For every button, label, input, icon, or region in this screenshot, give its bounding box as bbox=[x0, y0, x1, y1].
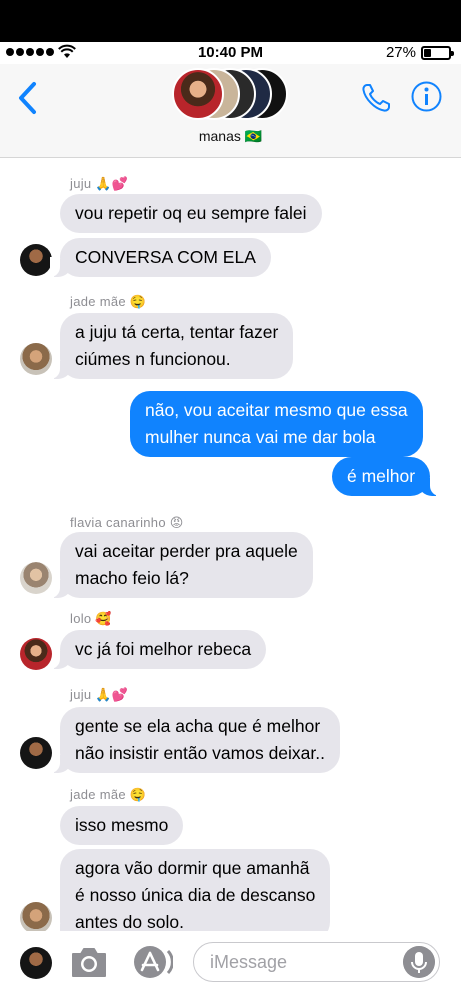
back-chevron-icon[interactable] bbox=[14, 80, 42, 116]
sender-name: jade mãe 🤤 bbox=[70, 787, 147, 802]
message-bubble[interactable]: vc já foi melhor rebeca bbox=[49, 630, 267, 669]
message-bubble[interactable]: agora vão dormir que amanhã é nosso únic… bbox=[49, 849, 331, 942]
contact-avatar[interactable] bbox=[20, 244, 52, 276]
sender-name: flavia canarinho 😡 bbox=[70, 515, 184, 530]
message-text: vc já foi melhor rebeca bbox=[75, 639, 252, 659]
conversation-header: manas 🇧🇷 bbox=[0, 64, 461, 158]
contact-avatar[interactable] bbox=[20, 737, 52, 769]
contact-avatar[interactable] bbox=[20, 638, 52, 670]
message-text: a juju tá certa, tentar fazer ciúmes n f… bbox=[75, 322, 279, 369]
contact-avatar[interactable] bbox=[20, 343, 52, 375]
message-bubble[interactable]: vai aceitar perder pra aquele macho feio… bbox=[50, 532, 313, 598]
group-avatar-stack[interactable] bbox=[172, 68, 288, 120]
message-text: agora vão dormir que amanhã é nosso únic… bbox=[75, 858, 316, 932]
message-bubble[interactable]: a juju tá certa, tentar fazer ciúmes n f… bbox=[49, 313, 294, 379]
microphone-icon[interactable] bbox=[403, 946, 435, 978]
compose-bar bbox=[0, 931, 461, 1000]
message-bubble[interactable]: gente se ela acha que é melhor não insis… bbox=[50, 707, 340, 773]
message-bubble[interactable]: vou repetir oq eu sempre falei bbox=[60, 194, 322, 233]
battery-percentage: 27% bbox=[385, 44, 416, 61]
sender-name: lolo 🥰 bbox=[70, 611, 112, 626]
imessage-input-container[interactable] bbox=[193, 942, 440, 982]
imessage-input[interactable] bbox=[210, 950, 400, 974]
message-bubble-outgoing[interactable]: é melhor bbox=[332, 457, 441, 496]
contact-avatar[interactable] bbox=[20, 562, 52, 594]
phone-call-icon[interactable] bbox=[360, 82, 392, 114]
message-bubble-outgoing[interactable]: não, vou aceitar mesmo que essa mulher n… bbox=[130, 391, 423, 457]
top-black-bar bbox=[0, 0, 461, 42]
message-bubble[interactable]: CONVERSA COM ELA bbox=[50, 238, 271, 277]
message-text: CONVERSA COM ELA bbox=[75, 247, 256, 267]
sender-name: juju 🙏💕 bbox=[70, 176, 129, 191]
sender-name: jade mãe 🤤 bbox=[70, 294, 147, 309]
message-text: gente se ela acha que é melhor não insis… bbox=[75, 716, 325, 763]
message-bubble[interactable]: isso mesmo bbox=[60, 806, 184, 845]
messages-screen: 10:40 PM 27% manas 🇧🇷 juju 🙏💕 vou repeti… bbox=[0, 42, 461, 1000]
message-thread[interactable]: juju 🙏💕 vou repetir oq eu sempre falei C… bbox=[0, 159, 461, 942]
app-store-icon[interactable] bbox=[131, 945, 173, 979]
camera-icon[interactable] bbox=[70, 945, 108, 979]
memoji-avatar[interactable] bbox=[20, 947, 52, 979]
sender-name: juju 🙏💕 bbox=[70, 687, 129, 702]
message-text: é melhor bbox=[347, 466, 416, 486]
group-name[interactable]: manas 🇧🇷 bbox=[0, 128, 461, 145]
message-text: vai aceitar perder pra aquele macho feio… bbox=[75, 541, 298, 588]
message-text: vou repetir oq eu sempre falei bbox=[75, 203, 307, 223]
status-bar: 10:40 PM 27% bbox=[0, 42, 461, 64]
battery-icon bbox=[421, 46, 454, 60]
info-icon[interactable] bbox=[411, 81, 442, 112]
group-avatar bbox=[172, 68, 224, 120]
message-text: isso mesmo bbox=[75, 815, 169, 835]
contact-avatar[interactable] bbox=[20, 902, 52, 934]
message-text: não, vou aceitar mesmo que essa mulher n… bbox=[145, 400, 408, 447]
